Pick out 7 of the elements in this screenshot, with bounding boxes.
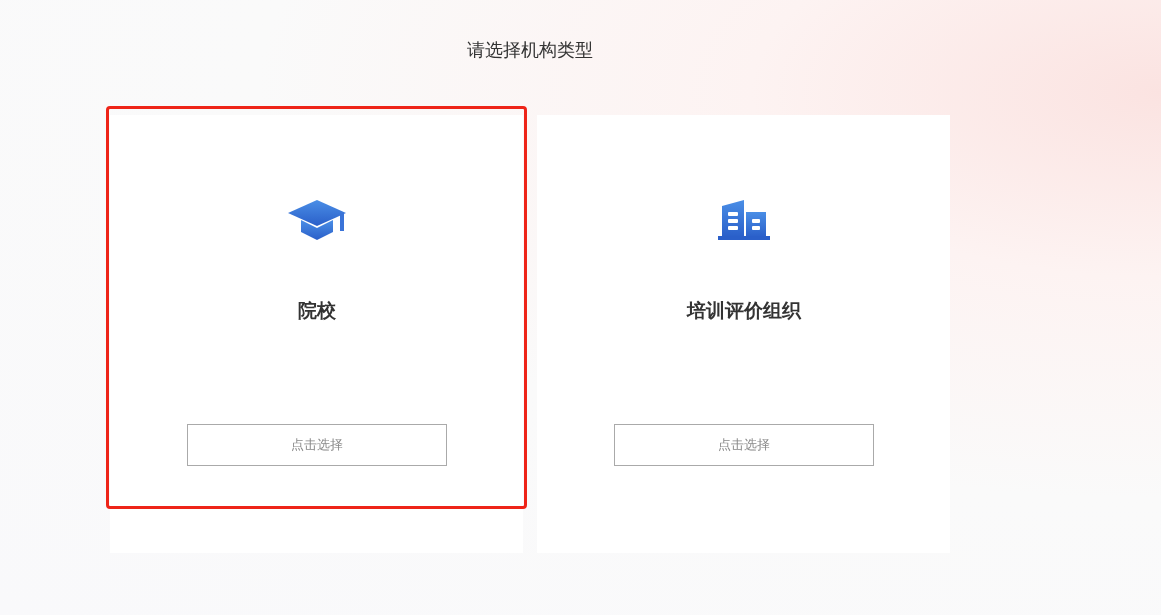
graduation-cap-icon (287, 200, 346, 240)
card-title: 院校 (297, 298, 336, 323)
select-button[interactable]: 点击选择 (186, 424, 447, 466)
select-button[interactable]: 点击选择 (613, 424, 874, 466)
page-heading: 请选择机构类型 (466, 38, 594, 62)
building-icon (717, 200, 770, 240)
card-title: 培训评价组织 (686, 298, 801, 323)
